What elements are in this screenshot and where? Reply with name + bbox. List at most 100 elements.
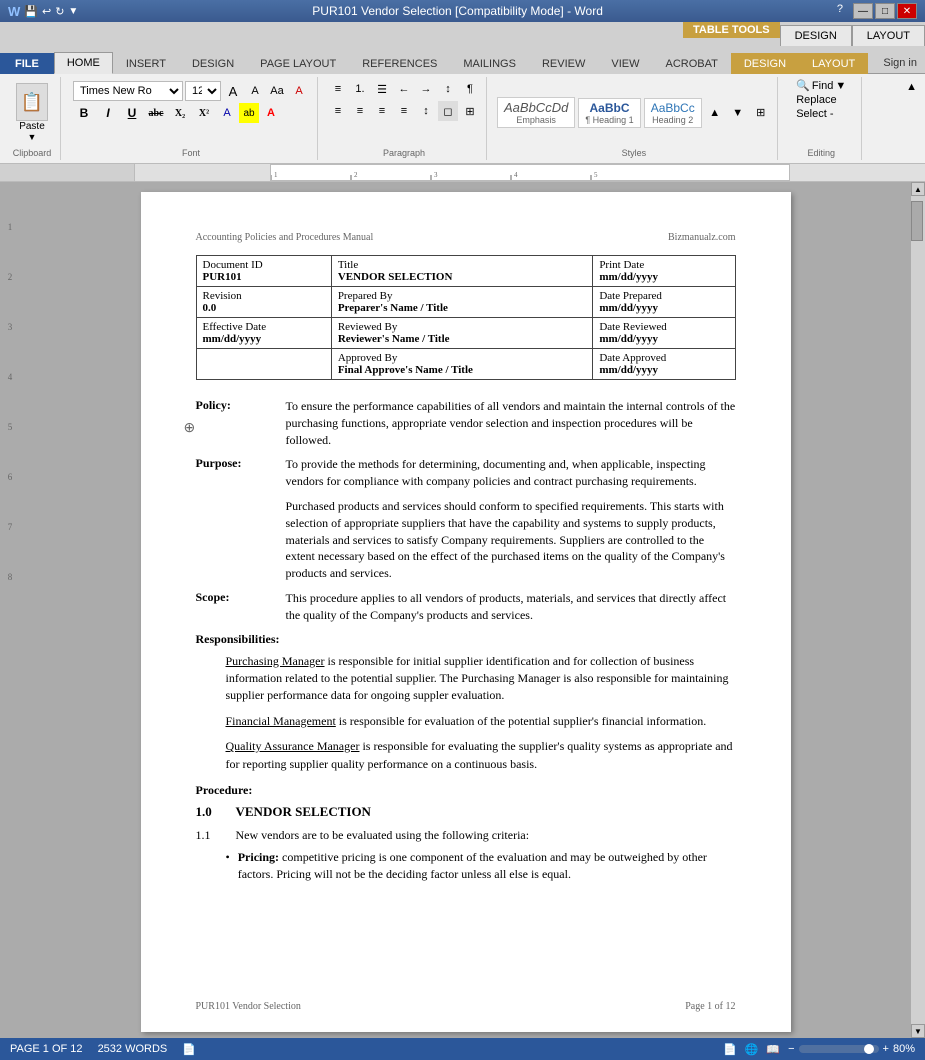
undo-icon[interactable]: ↩: [42, 5, 51, 18]
document-page[interactable]: ⊕ Accounting Policies and Procedures Man…: [141, 192, 791, 1032]
bullets-btn[interactable]: ≡: [328, 79, 348, 99]
find-dropdown[interactable]: ▼: [835, 80, 846, 92]
shading-btn[interactable]: ◻: [438, 101, 458, 121]
change-case-btn[interactable]: Aa: [267, 81, 287, 101]
table-cell-title[interactable]: Title VENDOR SELECTION: [331, 256, 593, 287]
font-name-select[interactable]: Times New Ro: [73, 81, 183, 101]
view-read-icon[interactable]: 📖: [766, 1043, 780, 1056]
table-layout-tab[interactable]: LAYOUT: [852, 25, 925, 46]
select-btn[interactable]: Select -: [796, 108, 833, 120]
underline-btn[interactable]: U: [121, 103, 143, 123]
window-controls[interactable]: ? — □ ✕: [837, 3, 917, 19]
font-shrink-btn[interactable]: A: [245, 81, 265, 101]
table-cell-doc-id[interactable]: Document ID PUR101: [196, 256, 331, 287]
table-cell-effective-date[interactable]: Effective Date mm/dd/yyyy: [196, 318, 331, 349]
numbering-btn[interactable]: 1.: [350, 79, 370, 99]
style-heading2[interactable]: AaBbCc Heading 2: [644, 98, 702, 128]
close-btn[interactable]: ✕: [897, 3, 917, 19]
scroll-thumb[interactable]: [911, 201, 923, 241]
table-cell-revision[interactable]: Revision 0.0: [196, 287, 331, 318]
quick-save-icon[interactable]: 💾: [24, 5, 38, 18]
scroll-up-btn[interactable]: ▲: [911, 182, 925, 196]
styles-scroll-up[interactable]: ▲: [705, 103, 725, 123]
cell-value-reviewer: Reviewer's Name / Title: [338, 333, 587, 345]
highlight-btn[interactable]: ab: [239, 103, 259, 123]
minimize-btn[interactable]: —: [853, 3, 873, 19]
styles-scroll-down[interactable]: ▼: [728, 103, 748, 123]
customize-icon[interactable]: ▼: [68, 6, 78, 17]
strikethrough-btn[interactable]: abc: [145, 103, 167, 123]
table-cell-prepared-by[interactable]: Prepared By Preparer's Name / Title: [331, 287, 593, 318]
svg-text:4: 4: [514, 171, 518, 179]
style-emphasis[interactable]: AaBbCcDd Emphasis: [497, 97, 575, 128]
table-cell-print-date[interactable]: Print Date mm/dd/yyyy: [593, 256, 735, 287]
multilevel-btn[interactable]: ☰: [372, 79, 392, 99]
text-effects-btn[interactable]: A: [217, 103, 237, 123]
align-center-btn[interactable]: ≡: [350, 101, 370, 121]
font-size-select[interactable]: 12: [185, 81, 221, 101]
font-grow-btn[interactable]: A: [223, 81, 243, 101]
replace-btn[interactable]: Replace: [796, 94, 836, 106]
tab-file[interactable]: FILE: [0, 53, 54, 74]
redo-icon[interactable]: ↻: [55, 5, 64, 18]
justify-btn[interactable]: ≡: [394, 101, 414, 121]
sort-btn[interactable]: ↕: [438, 79, 458, 99]
zoom-out-btn[interactable]: −: [788, 1043, 794, 1055]
tab-insert[interactable]: INSERT: [113, 53, 179, 74]
find-btn[interactable]: 🔍 Find ▼: [796, 79, 846, 92]
table-add-handle[interactable]: ⊕: [184, 420, 196, 437]
borders-btn[interactable]: ⊞: [460, 101, 480, 121]
tab-table-layout[interactable]: LAYOUT: [799, 53, 868, 74]
table-cell-approved-by[interactable]: Approved By Final Approve's Name / Title: [331, 349, 593, 380]
tab-review[interactable]: REVIEW: [529, 53, 598, 74]
zoom-slider[interactable]: [799, 1045, 879, 1053]
procedure-section: Procedure: 1.0 VENDOR SELECTION 1.1 New …: [196, 783, 736, 883]
decrease-indent-btn[interactable]: ←: [394, 79, 414, 99]
line-spacing-btn[interactable]: ↕: [416, 101, 436, 121]
tab-design[interactable]: DESIGN: [179, 53, 247, 74]
tab-home[interactable]: HOME: [54, 52, 113, 74]
view-web-icon[interactable]: 🌐: [745, 1043, 759, 1056]
table-cell-empty[interactable]: [196, 349, 331, 380]
superscript-btn[interactable]: X²: [193, 103, 215, 123]
restore-btn[interactable]: □: [875, 3, 895, 19]
help-btn[interactable]: ?: [837, 3, 843, 19]
tab-view[interactable]: VIEW: [598, 53, 652, 74]
right-scrollbar[interactable]: ▲ ▼: [911, 182, 925, 1038]
table-cell-reviewed-by[interactable]: Reviewed By Reviewer's Name / Title: [331, 318, 593, 349]
tab-page-layout[interactable]: PAGE LAYOUT: [247, 53, 349, 74]
align-left-btn[interactable]: ≡: [328, 101, 348, 121]
collapse-ribbon-btn[interactable]: ▲: [902, 77, 921, 160]
styles-expand[interactable]: ⊞: [751, 103, 771, 123]
document-scroll[interactable]: ⊕ Accounting Policies and Procedures Man…: [20, 182, 911, 1038]
tab-acrobat[interactable]: ACROBAT: [652, 53, 730, 74]
paste-button[interactable]: 📋 Paste ▼: [10, 81, 54, 144]
table-cell-date-approved[interactable]: Date Approved mm/dd/yyyy: [593, 349, 735, 380]
style-heading1[interactable]: AaBbC ¶ Heading 1: [578, 98, 640, 128]
document-table[interactable]: Document ID PUR101 Title VENDOR SELECTIO…: [196, 255, 736, 380]
font-color-btn[interactable]: A: [261, 103, 281, 123]
zoom-control[interactable]: − + 80%: [788, 1043, 915, 1055]
scroll-track[interactable]: [911, 196, 925, 1024]
show-formatting-btn[interactable]: ¶: [460, 79, 480, 99]
clear-format-btn[interactable]: A: [289, 81, 309, 101]
bold-btn[interactable]: B: [73, 103, 95, 123]
scroll-down-btn[interactable]: ▼: [911, 1024, 925, 1038]
table-cell-date-reviewed[interactable]: Date Reviewed mm/dd/yyyy: [593, 318, 735, 349]
increase-indent-btn[interactable]: →: [416, 79, 436, 99]
purchasing-manager-link[interactable]: Purchasing Manager: [226, 654, 325, 668]
table-design-tab[interactable]: DESIGN: [780, 25, 852, 46]
zoom-in-btn[interactable]: +: [883, 1043, 889, 1055]
tab-mailings[interactable]: MAILINGS: [450, 53, 529, 74]
italic-btn[interactable]: I: [97, 103, 119, 123]
tab-references[interactable]: REFERENCES: [349, 53, 450, 74]
quality-assurance-link[interactable]: Quality Assurance Manager: [226, 739, 360, 753]
align-right-btn[interactable]: ≡: [372, 101, 392, 121]
sign-in-link[interactable]: Sign in: [875, 53, 925, 73]
financial-management-link[interactable]: Financial Management: [226, 714, 336, 728]
subscript-btn[interactable]: X₂: [169, 103, 191, 123]
tab-table-design[interactable]: DESIGN: [731, 53, 799, 74]
view-print-icon[interactable]: 📄: [723, 1043, 737, 1056]
page-marker-1: 1: [8, 222, 13, 232]
table-cell-date-prepared[interactable]: Date Prepared mm/dd/yyyy: [593, 287, 735, 318]
